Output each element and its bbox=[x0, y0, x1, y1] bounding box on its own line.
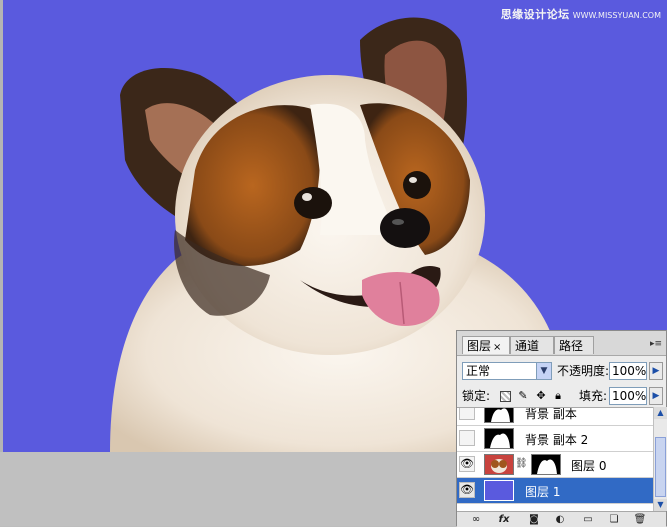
panel-menu-icon[interactable]: ▸≡ bbox=[650, 339, 662, 349]
tab-layers[interactable]: 图层 × bbox=[462, 336, 510, 354]
layer-mask-thumbnail[interactable] bbox=[484, 408, 514, 423]
scroll-down-icon[interactable]: ▼ bbox=[654, 499, 667, 511]
fx-icon[interactable]: fx bbox=[497, 513, 511, 526]
layer-row-selected[interactable]: 👁︎ 图层 1 bbox=[457, 478, 653, 504]
trash-icon[interactable]: 🗑︎ bbox=[633, 513, 647, 526]
blend-mode-select[interactable]: 正常 ▼ bbox=[462, 362, 552, 380]
watermark: 思缘设计论坛 WWW.MISSYUAN.COM bbox=[501, 6, 661, 22]
eye-icon[interactable]: 👁︎ bbox=[459, 456, 475, 472]
adjustment-icon[interactable]: ◐ bbox=[553, 513, 567, 526]
scroll-up-icon[interactable]: ▲ bbox=[654, 407, 667, 419]
visibility-toggle[interactable] bbox=[459, 408, 475, 420]
tab-paths[interactable]: 路径 bbox=[554, 336, 594, 354]
lock-transparency-icon[interactable] bbox=[499, 389, 511, 402]
opacity-label: 不透明度: bbox=[557, 364, 610, 378]
panel-tab-bar: 图层 × 通道 路径 ▸≡ bbox=[457, 331, 666, 356]
link-icon[interactable]: ∞ bbox=[469, 513, 483, 526]
lock-all-padlock-icon[interactable]: 🔒︎ bbox=[552, 389, 564, 402]
eye-icon[interactable]: 👁︎ bbox=[459, 482, 475, 498]
mask-icon[interactable]: ◙ bbox=[527, 513, 541, 526]
tab-channels[interactable]: 通道 bbox=[510, 336, 554, 354]
blend-mode-value: 正常 bbox=[466, 364, 491, 378]
layer-name[interactable]: 背景 副本 bbox=[525, 408, 577, 422]
watermark-url: WWW.MISSYUAN.COM bbox=[572, 11, 661, 20]
layer-list-scrollbar[interactable]: ▲ ▼ bbox=[653, 407, 667, 511]
layer-mask-thumbnail[interactable] bbox=[531, 454, 561, 475]
scrollbar-thumb[interactable] bbox=[655, 437, 666, 497]
lock-pixels-brush-icon[interactable]: ✎ bbox=[517, 389, 529, 402]
layer-row[interactable]: 背景 副本 2 bbox=[457, 426, 653, 452]
new-layer-icon[interactable]: ❏ bbox=[607, 513, 621, 526]
layer-name[interactable]: 图层 1 bbox=[525, 483, 560, 500]
layer-thumbnail[interactable] bbox=[484, 454, 514, 475]
tab-layers-label: 图层 bbox=[467, 339, 492, 353]
lock-position-move-icon[interactable]: ✥ bbox=[535, 389, 547, 402]
fill-label: 填充: bbox=[579, 389, 608, 403]
lock-label: 锁定: bbox=[462, 389, 491, 403]
layer-row[interactable]: 👁︎ ⛓ 图层 0 bbox=[457, 452, 653, 478]
canvas-area: 思缘设计论坛 WWW.MISSYUAN.COM 图层 × 通道 路径 ▸≡ 正常 ▼… bbox=[0, 0, 667, 527]
layer-list: 背景 副本 背景 副本 2 👁︎ ⛓ 图层 0 👁︎ 图层 1 bbox=[457, 407, 653, 512]
layer-mask-thumbnail[interactable] bbox=[484, 428, 514, 449]
fill-slider-arrow-icon[interactable]: ▶ bbox=[649, 387, 663, 405]
watermark-text: 思缘设计论坛 bbox=[500, 8, 570, 21]
layers-panel: 图层 × 通道 路径 ▸≡ 正常 ▼ 不透明度: 100% ▶ 锁定: ✎ ✥ 🔒… bbox=[456, 330, 667, 527]
opacity-field[interactable]: 100% bbox=[609, 362, 647, 380]
layer-name[interactable]: 背景 副本 2 bbox=[525, 431, 588, 448]
layer-name[interactable]: 图层 0 bbox=[571, 457, 606, 474]
visibility-toggle[interactable] bbox=[459, 430, 475, 446]
chevron-down-icon[interactable]: ▼ bbox=[536, 363, 551, 379]
tab-close-icon[interactable]: × bbox=[493, 342, 501, 353]
layer-thumbnail[interactable] bbox=[484, 480, 514, 501]
layer-row[interactable]: 背景 副本 bbox=[457, 408, 653, 426]
fill-field[interactable]: 100% bbox=[609, 387, 647, 405]
group-icon[interactable]: ▭ bbox=[581, 513, 595, 526]
mask-link-chain-icon[interactable]: ⛓ bbox=[515, 458, 528, 469]
opacity-slider-arrow-icon[interactable]: ▶ bbox=[649, 362, 663, 380]
layers-panel-footer: ∞ fx ◙ ◐ ▭ ❏ 🗑︎ bbox=[457, 511, 666, 527]
